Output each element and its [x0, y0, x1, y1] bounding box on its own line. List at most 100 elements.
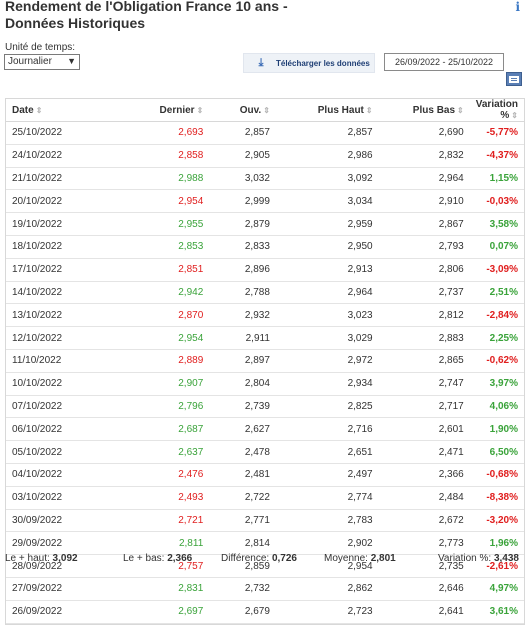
- cell-high: 2,934: [275, 372, 379, 396]
- col-high-label: Plus Haut: [317, 104, 364, 116]
- cell-open: 2,905: [209, 144, 276, 168]
- page-title: Rendement de l'Obligation France 10 ans …: [5, 0, 288, 32]
- summary-diff: Différence: 0,726: [221, 552, 297, 564]
- cell-low: 2,690: [378, 121, 470, 145]
- cell-high: 3,034: [275, 189, 379, 214]
- cell-open: 2,679: [209, 600, 276, 624]
- cell-chg: 3,97%: [469, 372, 524, 396]
- cell-date: 06/10/2022: [6, 417, 114, 442]
- cell-chg: 2,51%: [469, 281, 524, 305]
- col-open-label: Ouv.: [239, 104, 262, 116]
- col-change-header[interactable]: Variation % ⇕: [469, 99, 524, 122]
- cell-chg: 2,25%: [469, 326, 524, 350]
- cell-last: 2,889: [113, 349, 210, 373]
- cell-high: 2,723: [275, 600, 379, 624]
- col-open-header[interactable]: Ouv. ⇕: [209, 99, 276, 122]
- cell-chg: 0,07%: [469, 235, 524, 259]
- summary-var: Variation %: 3,438: [438, 552, 519, 564]
- cell-last: 2,851: [113, 258, 210, 282]
- history-table: Date ⇕ Dernier ⇕ Ouv. ⇕ Plus Haut ⇕ Plus Bas ⇕ Var…: [5, 98, 525, 625]
- download-data-button[interactable]: ⤓ Télécharger les données: [243, 53, 375, 73]
- table-row: 14/10/2022 2,942 2,788 2,964 2,737 2,51%: [6, 281, 524, 305]
- table-row: 27/09/2022 2,831 2,732 2,862 2,646 4,97%: [6, 577, 524, 601]
- cell-chg: -0,68%: [469, 463, 524, 487]
- table-row: 26/09/2022 2,697 2,679 2,723 2,641 3,61%: [6, 600, 524, 624]
- cell-chg: -3,09%: [469, 258, 524, 282]
- cell-chg: 3,61%: [469, 600, 524, 624]
- download-label: Télécharger les données: [276, 58, 370, 68]
- cell-high: 2,716: [275, 417, 379, 442]
- cell-open: 2,739: [209, 395, 276, 419]
- cell-open: 2,788: [209, 281, 276, 305]
- cell-open: 2,911: [209, 326, 276, 350]
- cell-low: 2,366: [378, 463, 470, 487]
- cell-open: 2,857: [209, 121, 276, 145]
- chevron-down-icon: ▼: [67, 56, 76, 66]
- cell-date: 20/10/2022: [6, 189, 114, 214]
- cell-date: 07/10/2022: [6, 395, 114, 419]
- cell-date: 13/10/2022: [6, 303, 114, 328]
- info-icon[interactable]: i: [515, 0, 520, 14]
- cell-low: 2,484: [378, 486, 470, 510]
- col-low-label: Plus Bas: [412, 104, 456, 116]
- cell-date: 14/10/2022: [6, 281, 114, 305]
- table-row: 17/10/2022 2,851 2,896 2,913 2,806 -3,09%: [6, 258, 524, 282]
- cell-low: 2,964: [378, 167, 470, 191]
- cell-low: 2,717: [378, 395, 470, 419]
- cell-last: 2,858: [113, 144, 210, 168]
- cell-chg: -2,84%: [469, 303, 524, 328]
- cell-chg: -4,37%: [469, 144, 524, 168]
- cell-open: 2,732: [209, 577, 276, 601]
- cell-chg: 4,97%: [469, 577, 524, 601]
- table-row: 12/10/2022 2,954 2,911 3,029 2,883 2,25%: [6, 326, 524, 350]
- cell-last: 2,955: [113, 212, 210, 236]
- cell-date: 21/10/2022: [6, 167, 114, 191]
- cell-low: 2,812: [378, 303, 470, 328]
- calendar-icon[interactable]: [506, 72, 522, 86]
- cell-last: 2,493: [113, 486, 210, 510]
- col-date-header[interactable]: Date ⇕: [6, 99, 114, 122]
- time-unit-select[interactable]: Journalier ▼: [4, 54, 80, 70]
- cell-chg: 1,90%: [469, 417, 524, 442]
- cell-high: 2,497: [275, 463, 379, 487]
- cell-high: 3,029: [275, 326, 379, 350]
- cell-open: 3,032: [209, 167, 276, 191]
- title-line-2: Données Historiques: [5, 15, 146, 31]
- cell-open: 2,833: [209, 235, 276, 259]
- cell-low: 2,832: [378, 144, 470, 168]
- cell-last: 2,853: [113, 235, 210, 259]
- cell-date: 11/10/2022: [6, 349, 114, 373]
- cell-low: 2,910: [378, 189, 470, 214]
- sort-icon: ⇕: [263, 105, 270, 115]
- cell-last: 2,796: [113, 395, 210, 419]
- cell-chg: -3,20%: [469, 509, 524, 533]
- time-unit-value: Journalier: [8, 56, 52, 67]
- cell-open: 2,999: [209, 189, 276, 214]
- cell-last: 2,697: [113, 600, 210, 624]
- col-last-header[interactable]: Dernier ⇕: [113, 99, 210, 122]
- cell-chg: 1,15%: [469, 167, 524, 191]
- cell-date: 05/10/2022: [6, 440, 114, 464]
- col-low-header[interactable]: Plus Bas ⇕: [378, 99, 470, 122]
- sort-icon: ⇕: [511, 111, 518, 120]
- cell-low: 2,737: [378, 281, 470, 305]
- sort-icon: ⇕: [457, 105, 464, 115]
- col-high-header[interactable]: Plus Haut ⇕: [275, 99, 379, 122]
- cell-date: 12/10/2022: [6, 326, 114, 350]
- table-row: 25/10/2022 2,693 2,857 2,857 2,690 -5,77%: [6, 121, 524, 145]
- cell-low: 2,641: [378, 600, 470, 624]
- table-row: 13/10/2022 2,870 2,932 3,023 2,812 -2,84%: [6, 303, 524, 328]
- summary-high: Le + haut: 3,092: [5, 552, 78, 564]
- cell-chg: 3,58%: [469, 212, 524, 236]
- date-range-input[interactable]: 26/09/2022 - 25/10/2022: [384, 53, 504, 71]
- cell-high: 2,986: [275, 144, 379, 168]
- cell-chg: -0,62%: [469, 349, 524, 373]
- cell-date: 04/10/2022: [6, 463, 114, 487]
- table-row: 04/10/2022 2,476 2,481 2,497 2,366 -0,68%: [6, 463, 524, 487]
- cell-high: 2,972: [275, 349, 379, 373]
- table-row: 11/10/2022 2,889 2,897 2,972 2,865 -0,62%: [6, 349, 524, 373]
- cell-open: 2,804: [209, 372, 276, 396]
- cell-last: 2,988: [113, 167, 210, 191]
- cell-low: 2,747: [378, 372, 470, 396]
- cell-date: 19/10/2022: [6, 212, 114, 236]
